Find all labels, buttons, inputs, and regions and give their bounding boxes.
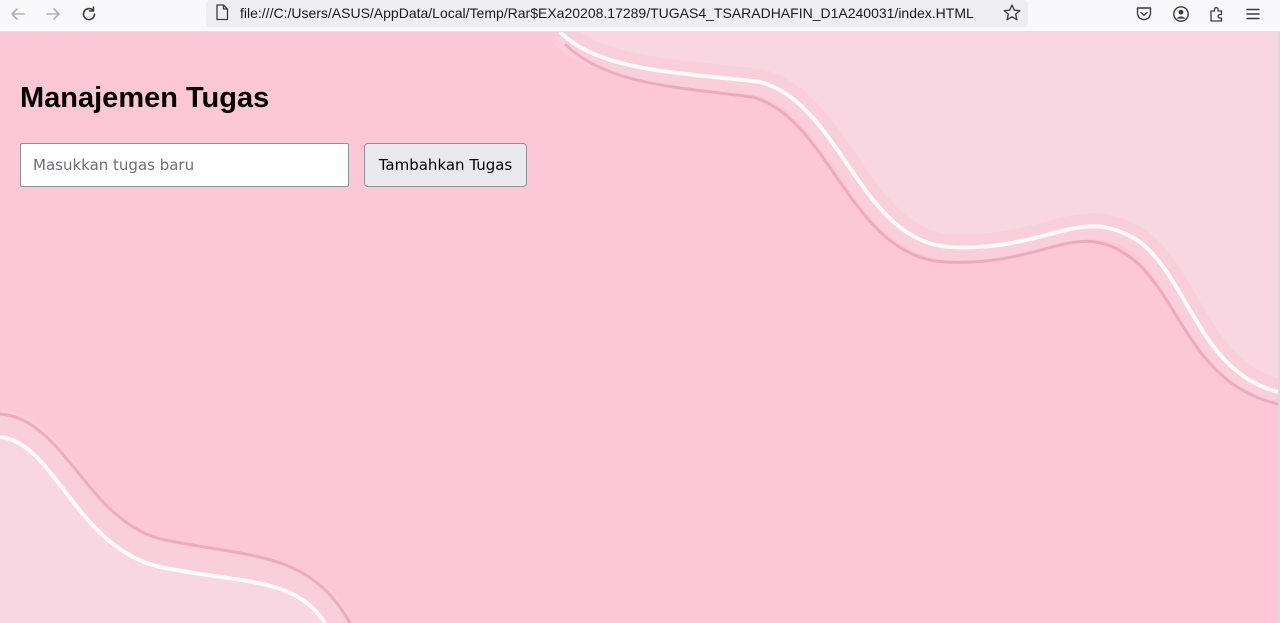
back-icon — [11, 8, 25, 20]
forward-button[interactable] — [39, 2, 67, 26]
forward-icon — [46, 8, 60, 20]
reload-button[interactable] — [75, 2, 103, 26]
menu-icon[interactable] — [1242, 3, 1264, 25]
reload-icon — [82, 6, 96, 21]
extensions-icon[interactable] — [1206, 3, 1228, 25]
pocket-icon[interactable] — [1133, 3, 1155, 25]
browser-toolbar: file:///C:/Users/ASUS/AppData/Local/Temp… — [0, 0, 1280, 32]
background-waves — [0, 32, 1278, 623]
page-viewport: Manajemen Tugas Tambahkan Tugas — [0, 32, 1280, 623]
url-bar[interactable]: file:///C:/Users/ASUS/AppData/Local/Temp… — [206, 0, 1028, 27]
url-text: file:///C:/Users/ASUS/AppData/Local/Temp… — [240, 5, 974, 21]
account-icon[interactable] — [1170, 3, 1192, 25]
page-icon — [215, 4, 229, 25]
back-button[interactable] — [4, 2, 32, 26]
task-input[interactable] — [20, 143, 349, 187]
bookmark-star-icon[interactable] — [1002, 3, 1022, 27]
page-title: Manajemen Tugas — [20, 82, 270, 114]
add-task-button[interactable]: Tambahkan Tugas — [364, 143, 527, 187]
browser-window: file:///C:/Users/ASUS/AppData/Local/Temp… — [0, 0, 1280, 623]
